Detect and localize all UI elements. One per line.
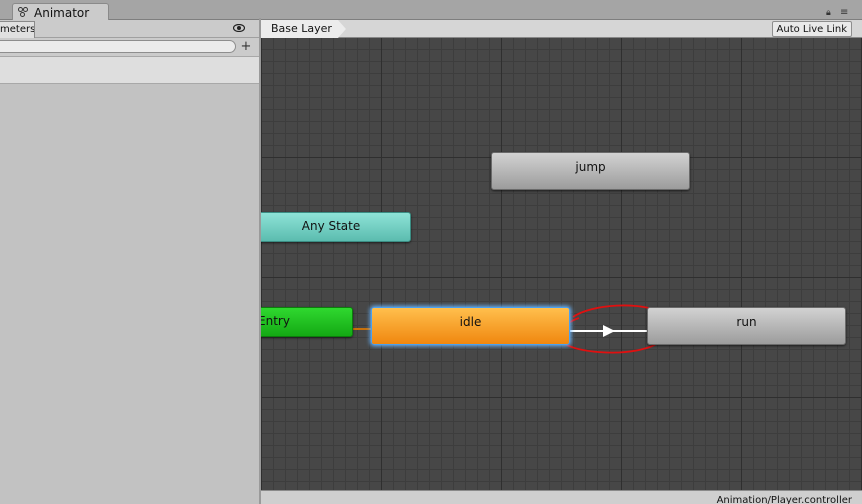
parameter-list xyxy=(0,56,260,84)
auto-live-link-button[interactable]: Auto Live Link xyxy=(771,21,852,37)
parameter-search-row: + xyxy=(0,38,260,56)
state-idle[interactable]: idle xyxy=(371,307,570,345)
parameters-tab[interactable]: meters xyxy=(0,21,35,38)
eye-icon[interactable] xyxy=(233,24,245,32)
breadcrumb-base-layer[interactable]: Base Layer xyxy=(261,20,346,38)
lock-icon[interactable]: 🔒︎ xyxy=(826,8,831,18)
graph-header: Base Layer Auto Live Link xyxy=(261,20,862,38)
status-bar: Animation/Player.controller xyxy=(261,490,862,504)
parameters-panel: meters + xyxy=(0,20,260,504)
animator-tab-label: Animator xyxy=(34,5,90,20)
controller-path: Animation/Player.controller xyxy=(716,495,852,504)
state-run[interactable]: run xyxy=(647,307,846,345)
window-tab-bar: Animator 🔒︎ ≡ xyxy=(0,0,862,21)
animator-window: Animator 🔒︎ ≡ meters + Base Layer Auto L… xyxy=(0,0,862,504)
transition-arrow-icon xyxy=(603,325,615,337)
animator-tab[interactable]: Animator xyxy=(12,3,109,21)
tab-menu-icon[interactable]: ≡ xyxy=(840,7,848,18)
state-machine-graph[interactable]: jump Any State Entry idle run xyxy=(261,38,862,490)
parameters-panel-header: meters xyxy=(0,20,260,38)
parameter-search-input[interactable] xyxy=(0,40,236,53)
state-entry[interactable]: Entry xyxy=(261,307,353,337)
animator-icon xyxy=(18,6,30,19)
state-any-state[interactable]: Any State xyxy=(261,212,411,242)
state-jump[interactable]: jump xyxy=(491,152,690,190)
add-parameter-button[interactable]: + xyxy=(239,39,253,54)
